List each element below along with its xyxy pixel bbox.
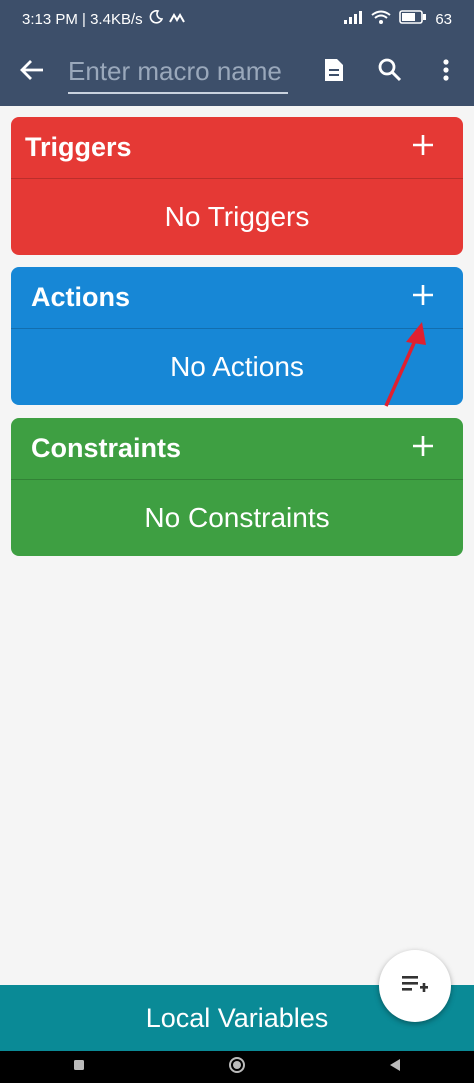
back-nav-button[interactable] <box>365 1051 425 1083</box>
more-options-button[interactable] <box>418 38 474 106</box>
add-constraint-button[interactable] <box>403 429 443 469</box>
triggers-empty: No Triggers <box>164 201 310 232</box>
circle-icon <box>228 1056 246 1079</box>
back-arrow-icon <box>19 58 45 87</box>
app-bar <box>0 38 474 106</box>
status-right: 63 <box>343 10 452 28</box>
app-bar-actions <box>306 38 474 106</box>
actions-empty: No Actions <box>170 351 304 382</box>
triangle-back-icon <box>389 1058 401 1077</box>
search-button[interactable] <box>362 38 418 106</box>
battery-level: 63 <box>435 10 452 28</box>
moon-icon <box>149 10 163 28</box>
status-time-speed: 3:13 PM | 3.4KB/s <box>22 10 143 28</box>
add-to-list-fab[interactable] <box>379 950 451 1022</box>
system-nav-bar <box>0 1051 474 1083</box>
document-icon <box>323 57 345 88</box>
add-trigger-button[interactable] <box>403 128 443 168</box>
triggers-title: Triggers <box>25 132 132 162</box>
plus-icon <box>412 435 434 462</box>
status-left: 3:13 PM | 3.4KB/s <box>22 10 185 28</box>
add-action-button[interactable] <box>403 278 443 318</box>
description-button[interactable] <box>306 38 362 106</box>
constraints-title: Constraints <box>31 433 182 463</box>
plus-icon <box>412 134 434 161</box>
signal-icon <box>343 10 363 28</box>
recents-button[interactable] <box>49 1051 109 1083</box>
search-icon <box>377 57 403 88</box>
battery-icon <box>399 10 427 28</box>
actions-card: Actions No Actions <box>11 267 463 405</box>
actions-title: Actions <box>31 282 131 312</box>
constraints-card: Constraints No Constraints <box>11 418 463 556</box>
playlist-add-icon <box>401 973 429 1000</box>
constraints-empty: No Constraints <box>144 502 330 533</box>
local-variables-label: Local Variables <box>145 1002 329 1033</box>
home-button[interactable] <box>207 1051 267 1083</box>
plus-icon <box>412 284 434 311</box>
wifi-icon <box>371 10 391 28</box>
status-bar: 3:13 PM | 3.4KB/s 63 <box>0 0 474 38</box>
notification-icon <box>168 11 185 28</box>
macro-name-input[interactable] <box>68 50 288 94</box>
triggers-card: Triggers No Triggers <box>11 117 463 255</box>
back-button[interactable] <box>0 38 64 106</box>
constraints-header: Constraints <box>11 418 463 480</box>
actions-header: Actions <box>11 267 463 329</box>
more-vert-icon <box>442 58 450 87</box>
square-icon <box>73 1058 85 1076</box>
triggers-header: Triggers <box>11 117 463 179</box>
